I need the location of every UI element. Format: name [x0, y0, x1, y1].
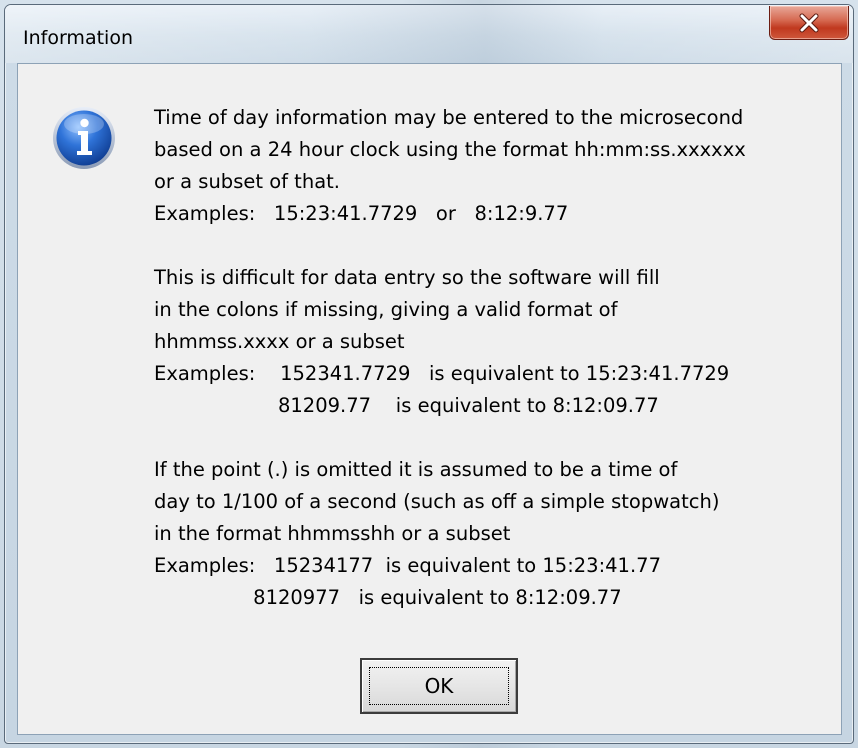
ok-button[interactable]: OK: [360, 658, 518, 714]
dialog-content: Time of day information may be entered t…: [17, 63, 842, 735]
message-line: 8120977 is equivalent to 8:12:09.77: [154, 586, 622, 609]
message-line: in the colons if missing, giving a valid…: [154, 298, 618, 321]
message-text: Time of day information may be entered t…: [154, 102, 834, 614]
message-line: or a subset of that.: [154, 170, 340, 193]
message-line: This is difficult for data entry so the …: [154, 266, 660, 289]
message-line: [154, 422, 834, 454]
ok-button-label: OK: [424, 674, 454, 698]
window-title: Information: [23, 27, 133, 49]
message-line: Examples: 15:23:41.7729 or 8:12:9.77: [154, 202, 569, 225]
information-icon: [53, 107, 115, 169]
close-button[interactable]: [769, 6, 849, 40]
message-line: day to 1/100 of a second (such as off a …: [154, 490, 720, 513]
message-line: [154, 230, 834, 262]
message-line: Examples: 152341.7729 is equivalent to 1…: [154, 362, 730, 385]
message-line: Examples: 15234177 is equivalent to 15:2…: [154, 554, 661, 577]
message-line: If the point (.) is omitted it is assume…: [154, 458, 678, 481]
message-line: in the format hhmmsshh or a subset: [154, 522, 511, 545]
message-line: based on a 24 hour clock using the forma…: [154, 138, 746, 161]
information-dialog: Information Time of day information may …: [4, 4, 854, 744]
title-bar[interactable]: Information: [5, 5, 853, 63]
close-x-icon: [799, 13, 819, 32]
message-line: Time of day information may be entered t…: [154, 106, 744, 129]
message-line: hhmmss.xxxx or a subset: [154, 330, 405, 353]
message-line: 81209.77 is equivalent to 8:12:09.77: [154, 394, 659, 417]
